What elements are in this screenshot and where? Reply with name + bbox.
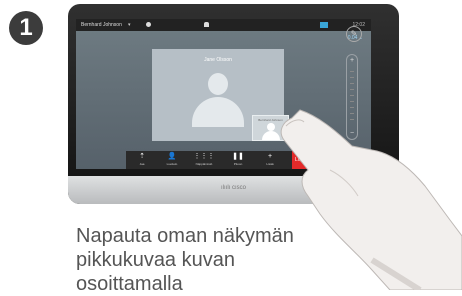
- instruction-caption: Napauta oman näkymän pikkukuvaa kuvan os…: [76, 225, 294, 295]
